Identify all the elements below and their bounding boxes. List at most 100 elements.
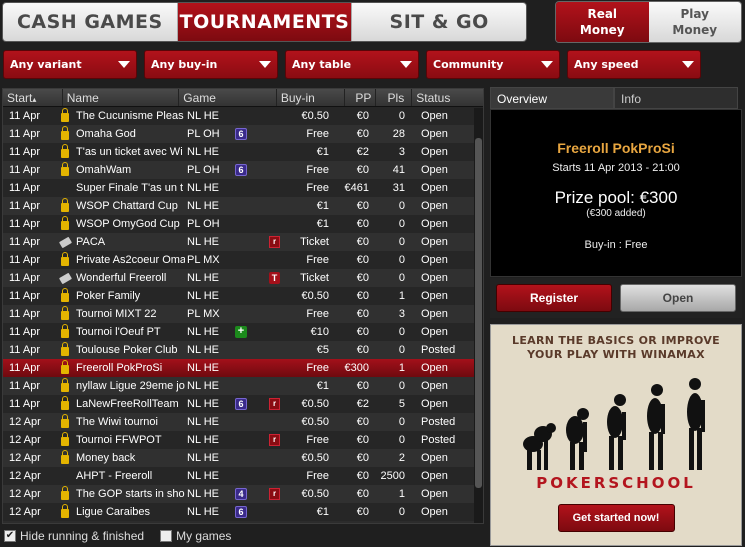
table-row[interactable]: 11 Apr nyllaw Ligue 29eme jo NL HE €1 €0 0 Ope… — [3, 377, 483, 395]
column-header-players[interactable]: Pls — [376, 89, 413, 106]
pokerschool-ad[interactable]: LEARN THE BASICS OR IMPROVE YOUR PLAY WI… — [490, 324, 742, 546]
column-header-pp[interactable]: PP — [345, 89, 377, 106]
badge-cell: 6 — [225, 125, 265, 143]
table-row[interactable]: 11 Apr WSOP Chattard Cup NL HE €1 €0 0 Open — [3, 197, 483, 215]
players-count: 2 — [398, 452, 405, 464]
lock-icon — [61, 504, 69, 518]
table-row[interactable]: 12 Apr The GOP starts in sho NL HE 4 r €0.50 €… — [3, 485, 483, 503]
status-value: Open — [421, 218, 448, 230]
ad-headline: LEARN THE BASICS OR IMPROVE YOUR PLAY WI… — [491, 334, 741, 362]
buyin-value: €0.50 — [301, 488, 329, 500]
table-row[interactable]: 12 Apr The Wiwi tournoi NL HE €0.50 €0 0 Poste… — [3, 413, 483, 431]
tournament-name: Private As2coeur Oma — [76, 254, 185, 266]
tournament-name: Tournoi FFWPOT — [76, 434, 162, 446]
prize-pool-value: €0 — [356, 470, 369, 482]
status-value: Open — [421, 254, 448, 266]
filter-label: Any speed — [574, 58, 639, 71]
buyin-value: Free — [306, 182, 329, 194]
rebuy-icon: r — [269, 434, 280, 446]
table-row[interactable]: 11 Apr PACA NL HE r Ticket €0 0 Open — [3, 233, 483, 251]
table-row[interactable]: 11 Apr The Cucunisme Pleas NL HE €0.50 €0 0 Op… — [3, 107, 483, 125]
status-value: Open — [421, 362, 448, 374]
buyin-value: Free — [306, 128, 329, 140]
vertical-scrollbar[interactable] — [474, 108, 483, 523]
game-type: NL HE — [187, 470, 219, 482]
table-row[interactable]: 12 Apr Ligue Caraibes NL HE 6 €1 €0 0 Open — [3, 503, 483, 521]
register-button[interactable]: Register — [496, 284, 612, 312]
prize-pool-value: €0 — [356, 272, 369, 284]
get-started-button[interactable]: Get started now! — [557, 504, 675, 532]
hide-running-checkbox[interactable]: ✔ Hide running & finished — [4, 529, 144, 543]
open-button[interactable]: Open — [620, 284, 736, 312]
status-value: Open — [421, 506, 448, 518]
players-count: 41 — [392, 164, 405, 176]
table-row[interactable]: 11 Apr LaNewFreeRollTeam NL HE 6 r €0.50 €2 5 Op… — [3, 395, 483, 413]
table-row[interactable]: 11 Apr WSOP OmyGod Cup PL OH €1 €0 0 Open — [3, 215, 483, 233]
scrollbar-thumb[interactable] — [475, 138, 482, 488]
community-filter-dropdown[interactable]: Community — [426, 50, 560, 79]
tab-cash-games[interactable]: CASH GAMES — [3, 3, 178, 41]
table-row[interactable]: 11 Apr Private As2coeur Oma PL MX Free €0 0 Op… — [3, 251, 483, 269]
tournament-name: The Cucunisme Pleas — [76, 110, 184, 122]
prize-pool-value: €0 — [356, 164, 369, 176]
main-tabs: CASH GAMES TOURNAMENTS SIT & GO — [2, 2, 527, 42]
variant-filter-dropdown[interactable]: Any variant — [3, 50, 137, 79]
feature-icon-cell — [265, 125, 285, 143]
table-row[interactable]: 12 Apr Money back NL HE €0.50 €0 2 Open — [3, 449, 483, 467]
feature-icon-cell — [265, 323, 285, 341]
checkbox-box[interactable]: ✔ — [4, 530, 16, 542]
buyin-filter-dropdown[interactable]: Any buy-in — [144, 50, 278, 79]
tab-sit-and-go[interactable]: SIT & GO — [352, 3, 526, 41]
table-row[interactable]: 11 Apr Super Finale T'as un t NL HE Free €46… — [3, 179, 483, 197]
ticket-prize-icon: T — [269, 272, 280, 284]
table-filter-dropdown[interactable]: Any table — [285, 50, 419, 79]
max-players-badge: 6 — [235, 506, 247, 518]
rebuy-icon: r — [269, 398, 280, 410]
access-icon-cell — [58, 323, 72, 341]
players-count: 0 — [398, 110, 405, 122]
column-header-buyin[interactable]: Buy-in — [277, 89, 345, 106]
start-date: 11 Apr — [9, 398, 40, 410]
table-row[interactable]: 11 Apr T'as un ticket avec Wi NL HE €1 €2 3 Op… — [3, 143, 483, 161]
table-row[interactable]: 11 Apr Freeroll PokProSi NL HE Free €300 1 Ope… — [3, 359, 483, 377]
tournament-name: Freeroll PokProSi — [76, 362, 163, 374]
badge-cell — [225, 251, 265, 269]
access-icon-cell — [58, 359, 72, 377]
column-header-name[interactable]: Name — [63, 89, 180, 106]
table-row[interactable]: 12 Apr AHPT - Freeroll NL HE Free €0 2500 Open — [3, 467, 483, 485]
access-icon-cell — [58, 269, 72, 287]
column-header-game[interactable]: Game — [179, 89, 277, 106]
table-row[interactable]: 11 Apr Poker Family NL HE €0.50 €0 1 Open — [3, 287, 483, 305]
tab-info[interactable]: Info — [614, 87, 738, 109]
speed-filter-dropdown[interactable]: Any speed — [567, 50, 701, 79]
status-value: Open — [421, 380, 448, 392]
status-value: Open — [421, 272, 448, 284]
table-row[interactable]: 11 Apr OmahWam PL OH 6 Free €0 41 Open — [3, 161, 483, 179]
buyin-value: €0.50 — [301, 416, 329, 428]
play-money-button[interactable]: Play Money — [648, 2, 741, 42]
prize-pool-value: €0 — [356, 506, 369, 518]
table-row[interactable]: 11 Apr Tournoi MIXT 22 PL MX Free €0 3 Open — [3, 305, 483, 323]
column-header-start[interactable]: Start▴ — [3, 89, 63, 106]
start-date: 11 Apr — [9, 146, 40, 158]
column-header-status[interactable]: Status — [412, 89, 483, 106]
game-type: NL HE — [187, 272, 219, 284]
badge-cell — [225, 287, 265, 305]
checkbox-box[interactable] — [160, 530, 173, 542]
table-row[interactable]: 11 Apr Omaha God PL OH 6 Free €0 28 Open — [3, 125, 483, 143]
my-games-checkbox[interactable]: My games — [160, 529, 231, 543]
lock-icon — [61, 306, 69, 320]
table-row[interactable]: 12 Apr Tournoi FFWPOT NL HE r Free €0 0 Posted — [3, 431, 483, 449]
status-value: Open — [421, 290, 448, 302]
table-row[interactable]: 11 Apr Tournoi l'Oeuf PT NL HE + €10 €0 0 Open — [3, 323, 483, 341]
access-icon-cell — [58, 431, 72, 449]
tab-overview[interactable]: Overview — [490, 87, 614, 109]
feature-icon-cell — [265, 377, 285, 395]
badge-cell — [225, 341, 265, 359]
tab-tournaments[interactable]: TOURNAMENTS — [177, 3, 353, 41]
access-icon-cell — [58, 377, 72, 395]
table-row[interactable]: 11 Apr Toulouse Poker Club NL HE €5 €0 0 Poste… — [3, 341, 483, 359]
table-row[interactable]: 11 Apr Wonderful Freeroll NL HE T Ticket €0 0 O… — [3, 269, 483, 287]
prize-pool: Prize pool: €300 — [554, 188, 678, 207]
real-money-button[interactable]: Real Money — [556, 2, 649, 42]
